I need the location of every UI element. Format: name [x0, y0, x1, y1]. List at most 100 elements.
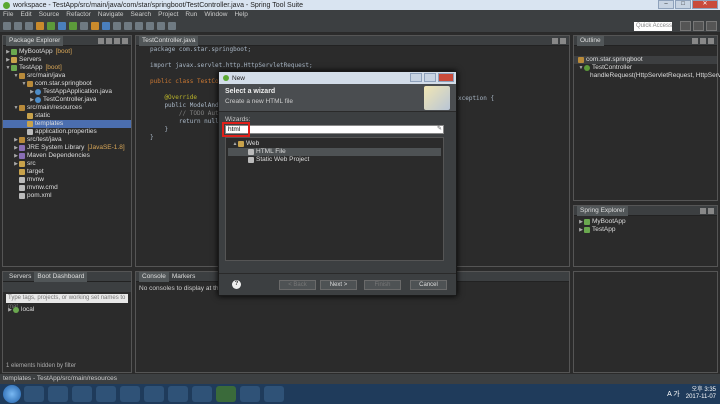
- java-perspective-icon[interactable]: [693, 21, 704, 31]
- dashboard-item-local[interactable]: ▶ local: [3, 306, 131, 314]
- prev-edit-icon[interactable]: [146, 21, 154, 30]
- maximize-button[interactable]: □: [675, 0, 691, 9]
- open-perspective-icon[interactable]: [680, 21, 691, 31]
- clock[interactable]: 오후 3:35 2017-11-07: [686, 387, 716, 401]
- new-package-icon[interactable]: [102, 21, 110, 30]
- tab-spring-explorer[interactable]: Spring Explorer: [577, 205, 628, 216]
- tree-item-src-main-java[interactable]: ▼ src/main/java: [3, 72, 131, 80]
- dialog-maximize-button[interactable]: [424, 73, 436, 82]
- next-button[interactable]: Next >: [320, 280, 357, 290]
- spring-perspective-icon[interactable]: [706, 21, 717, 31]
- wizard-item-html-file[interactable]: HTML File: [228, 148, 441, 156]
- close-button[interactable]: ✕: [692, 0, 718, 9]
- spring-item-mybootapp[interactable]: ▶ MyBootApp: [574, 218, 717, 226]
- line-taskbar-icon[interactable]: [120, 386, 140, 402]
- explorer-taskbar-icon[interactable]: [24, 386, 44, 402]
- back-button[interactable]: < Back: [279, 280, 316, 290]
- outline-item-method[interactable]: handleRequest(HttpServletRequest, HttpSe…: [574, 72, 720, 80]
- ime-indicator[interactable]: A 가: [667, 389, 680, 399]
- tree-item-target[interactable]: target: [3, 168, 131, 176]
- tab-testcontroller-java[interactable]: TestController.java: [139, 35, 199, 46]
- view-menu-icon[interactable]: [114, 38, 120, 44]
- wizard-filter-input[interactable]: html ✎: [222, 122, 444, 137]
- tab-boot-dashboard[interactable]: Boot Dashboard: [34, 271, 88, 282]
- tree-item-testappapplication[interactable]: ▶ TestAppApplication.java: [3, 88, 131, 96]
- app-taskbar-icon[interactable]: [192, 386, 212, 402]
- sort-icon[interactable]: [692, 38, 698, 44]
- quick-access-field[interactable]: Quick Access: [634, 22, 672, 31]
- boot-icon[interactable]: [36, 21, 44, 30]
- cancel-button[interactable]: Cancel: [410, 280, 447, 290]
- menu-run[interactable]: Run: [185, 11, 197, 18]
- start-button[interactable]: [3, 385, 21, 403]
- tree-item-templates[interactable]: templates: [3, 120, 131, 128]
- sts-taskbar-icon[interactable]: [216, 386, 236, 402]
- tree-item-mvnw[interactable]: mvnw: [3, 176, 131, 184]
- tab-outline[interactable]: Outline: [577, 35, 604, 46]
- tree-item-jre-library[interactable]: ▶ JRE System Library [JavaSE-1.8]: [3, 144, 131, 152]
- menu-project[interactable]: Project: [158, 11, 178, 18]
- new-class-icon[interactable]: [113, 21, 121, 30]
- paint-taskbar-icon[interactable]: [264, 386, 284, 402]
- forward-icon[interactable]: [168, 21, 176, 30]
- outline-item-package[interactable]: com.star.springboot: [574, 56, 717, 64]
- outline-item-class[interactable]: ▼ TestController: [574, 64, 717, 72]
- tree-item-testapp[interactable]: ▼ TestApp [boot]: [3, 64, 131, 72]
- hide-fields-icon[interactable]: [700, 38, 706, 44]
- camera-taskbar-icon[interactable]: [240, 386, 260, 402]
- collapse-icon[interactable]: [700, 208, 706, 214]
- collapse-all-icon[interactable]: [98, 38, 104, 44]
- search-icon[interactable]: [135, 21, 143, 30]
- tree-item-src[interactable]: ▶ src: [3, 160, 131, 168]
- menu-source[interactable]: Source: [39, 11, 60, 18]
- tree-item-static[interactable]: static: [3, 112, 131, 120]
- menu-search[interactable]: Search: [131, 11, 152, 18]
- spring-item-testapp[interactable]: ▶ TestApp: [574, 226, 717, 234]
- view-menu-icon[interactable]: [708, 38, 714, 44]
- tree-item-mybootapp[interactable]: ▶ MyBootApp [boot]: [3, 48, 131, 56]
- tree-item-testcontroller[interactable]: ▶ TestController.java: [3, 96, 131, 104]
- spring-icon[interactable]: [47, 21, 55, 30]
- dashboard-filter-input[interactable]: Type tags, projects, or working set name…: [6, 294, 128, 310]
- open-type-icon[interactable]: [124, 21, 132, 30]
- run-icon[interactable]: [69, 21, 77, 30]
- back-icon[interactable]: [157, 21, 165, 30]
- new-icon[interactable]: [3, 21, 11, 30]
- menu-refactor[interactable]: Refactor: [66, 11, 91, 18]
- tree-item-src-test-java[interactable]: ▶ src/test/java: [3, 136, 131, 144]
- new-java-project-icon[interactable]: [91, 21, 99, 30]
- finish-button[interactable]: Finish: [364, 280, 401, 290]
- dialog-close-button[interactable]: [438, 73, 454, 82]
- menu-help[interactable]: Help: [234, 11, 247, 18]
- clear-filter-icon[interactable]: ✎: [437, 126, 442, 133]
- tab-markers[interactable]: Markers: [169, 273, 198, 280]
- kakaotalk-taskbar-icon[interactable]: [96, 386, 116, 402]
- media-taskbar-icon[interactable]: [48, 386, 68, 402]
- help-button[interactable]: ?: [232, 280, 241, 289]
- tree-item-package[interactable]: ▼ com.star.springboot: [3, 80, 131, 88]
- maximize-editor-icon[interactable]: [560, 38, 566, 44]
- wizard-item-static-web-project[interactable]: Static Web Project: [228, 156, 441, 164]
- tree-item-servers[interactable]: ▶ Servers: [3, 56, 131, 64]
- tree-item-pom-xml[interactable]: pom.xml: [3, 192, 131, 200]
- tab-package-explorer[interactable]: Package Explorer: [6, 35, 64, 46]
- save-icon[interactable]: [14, 21, 22, 30]
- debug-icon[interactable]: [58, 21, 66, 30]
- tree-item-src-main-resources[interactable]: ▼ src/main/resources: [3, 104, 131, 112]
- menu-navigate[interactable]: Navigate: [98, 11, 124, 18]
- tree-item-maven-dependencies[interactable]: ▶ Maven Dependencies: [3, 152, 131, 160]
- tab-servers[interactable]: Servers: [6, 273, 34, 280]
- tab-console[interactable]: Console: [139, 271, 169, 282]
- word-taskbar-icon[interactable]: [168, 386, 188, 402]
- minimize-button[interactable]: –: [658, 0, 674, 9]
- menu-edit[interactable]: Edit: [20, 11, 31, 18]
- tree-item-mvnw-cmd[interactable]: mvnw.cmd: [3, 184, 131, 192]
- minimize-view-icon[interactable]: [122, 38, 128, 44]
- menu-file[interactable]: File: [3, 11, 13, 18]
- wizard-category-web[interactable]: ▲ Web: [228, 140, 441, 148]
- view-menu-icon[interactable]: [708, 208, 714, 214]
- external-tools-icon[interactable]: [80, 21, 88, 30]
- folder-taskbar-icon[interactable]: [72, 386, 92, 402]
- link-editor-icon[interactable]: [106, 38, 112, 44]
- chrome-taskbar-icon[interactable]: [144, 386, 164, 402]
